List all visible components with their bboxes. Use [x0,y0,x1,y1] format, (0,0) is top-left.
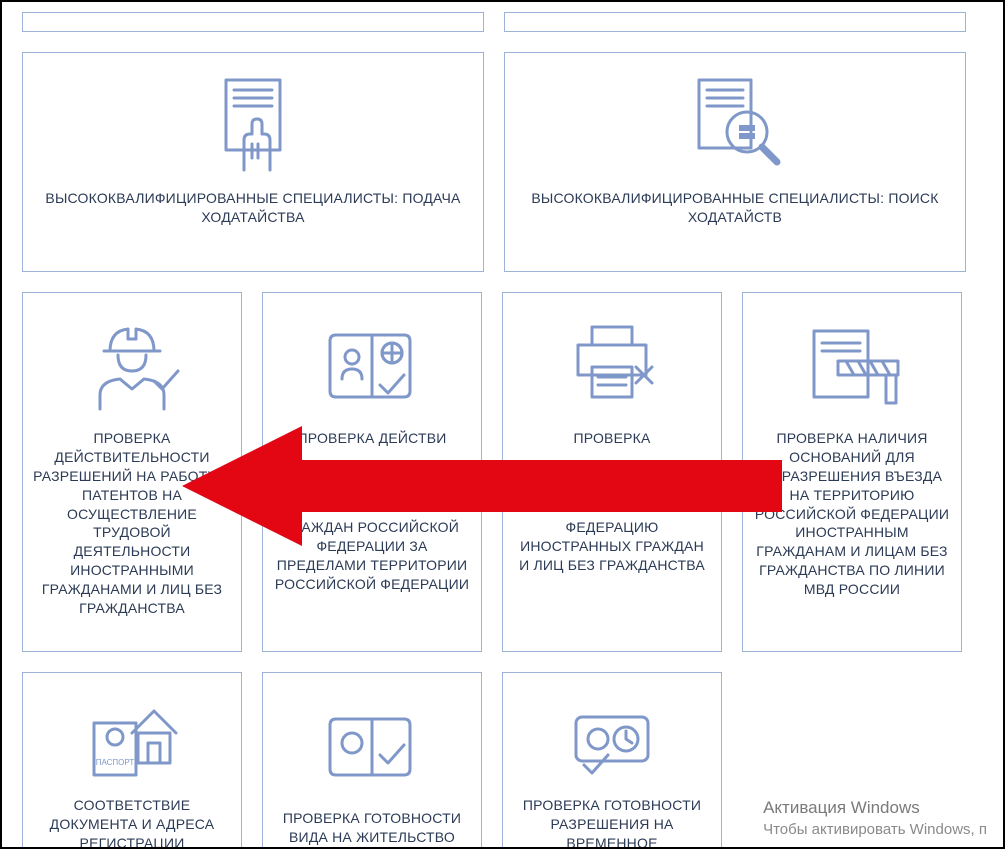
label-part-b: ФЕДЕРАЦИЮ ИНОСТРАННЫХ ГРАЖДАН И ЛИЦ БЕЗ … [519,519,705,573]
document-search-icon [685,69,785,179]
tile-check-work-permits[interactable]: ПРОВЕРКА ДЕЙСТВИТЕЛЬНОСТИ РАЗРЕШЕНИЙ НА … [22,292,242,652]
tile-label: ВЫСОКОКВАЛИФИЦИРОВАННЫЕ СПЕЦИАЛИСТЫ: ПОД… [33,189,473,227]
tile-label: ПРОВЕРКА НАЛИЧИЯ ОСНОВАНИЙ ДЛЯ НЕРАЗРЕШЕ… [753,429,951,599]
tile-label: ПРОВЕРКА ГОТОВНОСТИ РАЗРЕШЕНИЯ НА ВРЕМЕН… [513,796,711,849]
windows-activation-watermark: Активация Windows Чтобы активировать Win… [763,797,987,839]
passport-icon [322,309,422,419]
activation-line: Чтобы активировать Windows, п [763,820,987,840]
tile-check-entry-ban[interactable]: ПРОВЕРКА НАЛИЧИЯ ОСНОВАНИЙ ДЛЯ НЕРАЗРЕШЕ… [742,292,962,652]
tile-label: ПРОВЕРКА ДЕЙСТВИТЕЛЬНОСТИ РАЗРЕШЕНИЙ НА … [33,429,231,618]
tile-cut-2[interactable] [504,12,966,32]
tile-label: ПРОВЕРКА ДЕЙСТВИ ГРАЖДАН РОССИЙСКОЙ ФЕДЕ… [273,429,471,593]
worker-icon [82,309,182,419]
viewport: ВЫСОКОКВАЛИФИЦИРОВАННЫЕ СПЕЦИАЛИСТЫ: ПОД… [0,0,1005,849]
row-top-cut [22,12,983,32]
tile-check-printer[interactable]: ПРОВЕРКА ФЕДЕРАЦИЮ ИНОСТРАННЫХ ГРАЖДАН И… [502,292,722,652]
card-clock-icon [562,689,662,786]
tile-submit-application[interactable]: ВЫСОКОКВАЛИФИЦИРОВАННЫЕ СПЕЦИАЛИСТЫ: ПОД… [22,52,484,272]
passport-house-icon: ПАСПОРТ [82,689,182,786]
label-part-a: ПРОВЕРКА [573,430,650,446]
tile-check-passport[interactable]: ПРОВЕРКА ДЕЙСТВИ ГРАЖДАН РОССИЙСКОЙ ФЕДЕ… [262,292,482,652]
row-narrow: ПРОВЕРКА ДЕЙСТВИТЕЛЬНОСТИ РАЗРЕШЕНИЙ НА … [22,292,983,652]
tile-label: СООТВЕТСТВИЕ ДОКУМЕНТА И АДРЕСА РЕГИСТРА… [33,796,231,849]
content: ВЫСОКОКВАЛИФИЦИРОВАННЫЕ СПЕЦИАЛИСТЫ: ПОД… [2,2,1003,849]
row-wide: ВЫСОКОКВАЛИФИЦИРОВАННЫЕ СПЕЦИАЛИСТЫ: ПОД… [22,52,983,272]
document-hand-icon [208,69,298,179]
label-part-b: ГРАЖДАН РОССИЙСКОЙ ФЕДЕРАЦИИ ЗА ПРЕДЕЛАМ… [275,519,469,592]
open-passport-icon [322,689,422,799]
tile-residence-permit[interactable]: ПРОВЕРКА ГОТОВНОСТИ ВИДА НА ЖИТЕЛЬСТВО [262,672,482,849]
barrier-icon [802,309,902,419]
activation-title: Активация Windows [763,797,987,819]
svg-text:ПАСПОРТ: ПАСПОРТ [96,758,135,767]
tile-address-match[interactable]: ПАСПОРТ СООТВЕТСТВИЕ ДОКУМЕНТА И АДРЕСА … [22,672,242,849]
label-part-a: ПРОВЕРКА ДЕЙСТВИ [297,430,446,446]
tile-label: ВЫСОКОКВАЛИФИЦИРОВАННЫЕ СПЕЦИАЛИСТЫ: ПОИ… [515,189,955,227]
tile-cut-1[interactable] [22,12,484,32]
tile-search-applications[interactable]: ВЫСОКОКВАЛИФИЦИРОВАННЫЕ СПЕЦИАЛИСТЫ: ПОИ… [504,52,966,272]
tile-label: ПРОВЕРКА ФЕДЕРАЦИЮ ИНОСТРАННЫХ ГРАЖДАН И… [513,429,711,575]
tile-temp-permit[interactable]: ПРОВЕРКА ГОТОВНОСТИ РАЗРЕШЕНИЯ НА ВРЕМЕН… [502,672,722,849]
printer-x-icon [562,309,662,419]
tile-label: ПРОВЕРКА ГОТОВНОСТИ ВИДА НА ЖИТЕЛЬСТВО [273,809,471,847]
